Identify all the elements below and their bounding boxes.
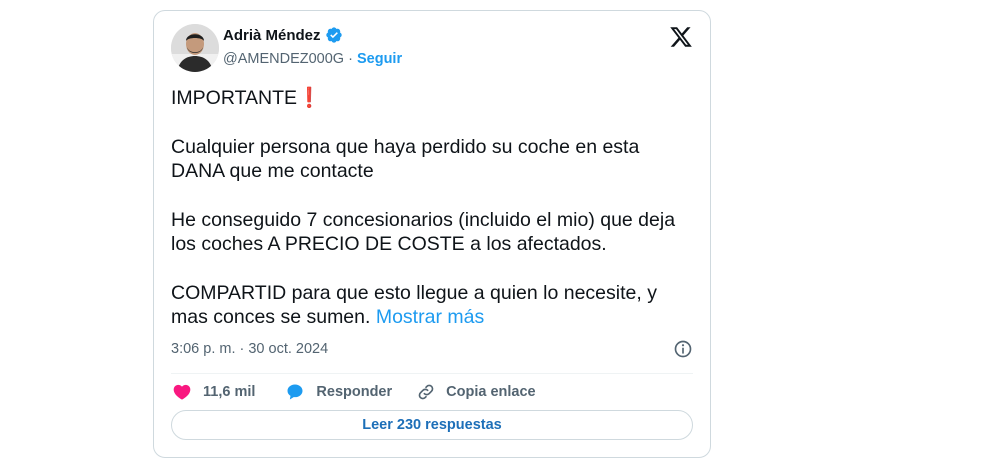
show-more-link[interactable]: Mostrar más bbox=[376, 306, 484, 328]
like-count: 11,6 mil bbox=[203, 384, 256, 400]
handle-row: @AMENDEZ000G · Seguir bbox=[223, 51, 402, 67]
like-button[interactable]: 11,6 mil bbox=[172, 382, 255, 402]
copy-link-label: Copia enlace bbox=[446, 384, 536, 400]
action-bar: 11,6 mil Responder Copia enlace bbox=[172, 380, 536, 404]
separator: · bbox=[344, 51, 357, 67]
x-logo-icon[interactable] bbox=[669, 25, 693, 49]
tweet-heading: IMPORTANTE bbox=[171, 87, 298, 109]
user-name[interactable]: Adrià Méndez bbox=[223, 27, 321, 44]
verified-badge-icon bbox=[325, 27, 342, 43]
tweet-card[interactable]: Adrià Méndez @AMENDEZ000G · Seguir IMPOR… bbox=[153, 10, 711, 458]
tweet-paragraph-1: Cualquier persona que haya perdido su co… bbox=[171, 135, 699, 184]
read-replies-button[interactable]: Leer 230 respuestas bbox=[171, 410, 693, 440]
tweet-timestamp[interactable]: 3:06 p. m. · 30 oct. 2024 bbox=[171, 341, 328, 357]
page: Adrià Méndez @AMENDEZ000G · Seguir IMPOR… bbox=[0, 0, 1000, 466]
exclamation-emoji-icon: ❗ bbox=[297, 87, 322, 109]
link-icon bbox=[418, 384, 434, 400]
paragraph-line: los coches A PRECIO DE COSTE a los afect… bbox=[171, 233, 607, 255]
copy-link-button[interactable]: Copia enlace bbox=[416, 382, 536, 402]
info-icon[interactable] bbox=[673, 339, 693, 359]
follow-button[interactable]: Seguir bbox=[357, 51, 402, 67]
tweet-heading-line: IMPORTANTE❗ bbox=[171, 86, 699, 111]
paragraph-line: He conseguido 7 concesionarios (incluido… bbox=[171, 208, 676, 231]
tweet-text: IMPORTANTE❗ Cualquier persona que haya p… bbox=[171, 86, 699, 330]
tweet-paragraph-2: He conseguido 7 concesionarios (incluido… bbox=[171, 208, 699, 257]
heart-icon bbox=[173, 384, 191, 400]
reply-button[interactable]: Responder bbox=[285, 382, 392, 402]
avatar[interactable] bbox=[171, 24, 219, 72]
paragraph-line: mas conces se sumen. bbox=[171, 306, 371, 328]
tweet-paragraph-3: COMPARTID para que esto llegue a quien l… bbox=[171, 281, 699, 330]
divider bbox=[171, 373, 693, 374]
paragraph-line: COMPARTID para que esto llegue a quien l… bbox=[171, 281, 657, 304]
paragraph-line: DANA que me contacte bbox=[171, 160, 374, 182]
user-handle[interactable]: @AMENDEZ000G bbox=[223, 51, 344, 67]
speech-bubble-icon bbox=[287, 384, 303, 400]
reply-label: Responder bbox=[316, 384, 393, 400]
paragraph-line: Cualquier persona que haya perdido su co… bbox=[171, 135, 640, 158]
avatar-image bbox=[171, 24, 219, 72]
user-name-row[interactable]: Adrià Méndez bbox=[223, 26, 343, 44]
